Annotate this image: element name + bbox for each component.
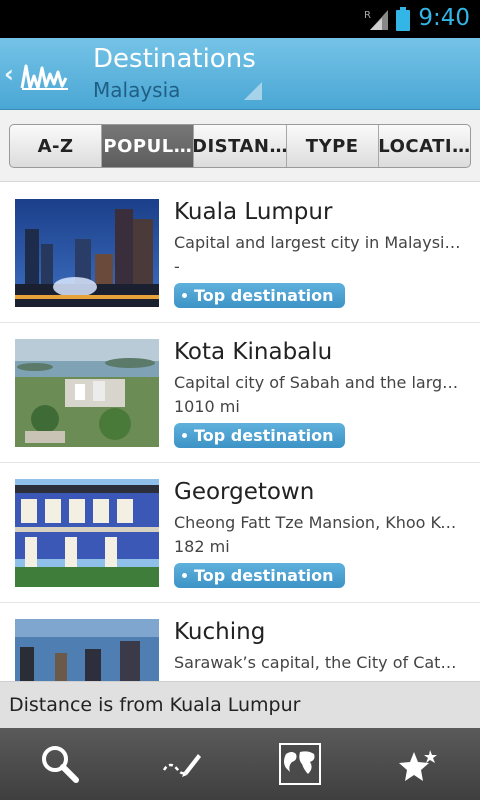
chevron-left-icon[interactable]: ‹ bbox=[4, 60, 14, 88]
map-button[interactable] bbox=[240, 728, 360, 800]
tab-popularity[interactable]: POPUL… bbox=[102, 125, 195, 167]
phrasebook-pen-icon bbox=[162, 754, 201, 777]
signal-icon: R bbox=[364, 10, 388, 30]
destination-description: Sarawak’s capital, the City of Cats i… bbox=[174, 653, 464, 672]
favorites-button[interactable] bbox=[360, 728, 480, 800]
clock: 9:40 bbox=[418, 5, 470, 31]
destination-list: Kuala Lumpur Capital and largest city in… bbox=[0, 183, 480, 681]
destination-distance: 182 mi bbox=[174, 537, 230, 556]
battery-icon bbox=[396, 7, 410, 31]
kota-kinabalu-photo bbox=[15, 339, 159, 447]
top-destination-badge: Top destination bbox=[174, 423, 346, 448]
list-item[interactable]: Kuching Sarawak’s capital, the City of C… bbox=[0, 603, 480, 681]
destination-description: Capital and largest city in Malaysi… bbox=[174, 233, 461, 252]
search-icon bbox=[42, 746, 79, 783]
favorites-stars-icon bbox=[399, 750, 437, 781]
status-bar: R 9:40 bbox=[0, 0, 480, 38]
dropdown-triangle-icon[interactable] bbox=[244, 82, 262, 100]
list-item[interactable]: Kota Kinabalu Capital city of Sabah and … bbox=[0, 323, 480, 463]
tab-distance[interactable]: DISTAN… bbox=[194, 125, 287, 167]
destination-name: Kota Kinabalu bbox=[174, 339, 333, 365]
destination-name: Georgetown bbox=[174, 479, 315, 505]
destination-description: Cheong Fatt Tze Mansion, Khoo Ko… bbox=[174, 513, 464, 532]
top-destination-badge: Top destination bbox=[174, 283, 346, 308]
destination-description: Capital city of Sabah and the large… bbox=[174, 373, 464, 392]
page-title: Destinations bbox=[93, 44, 256, 74]
sort-tabs-area: A-Z POPUL… DISTAN… TYPE LOCATI… bbox=[0, 110, 480, 182]
phrasebook-button[interactable] bbox=[120, 728, 240, 800]
action-bar: ‹ Destinations Malaysia bbox=[0, 38, 480, 110]
destination-name: Kuala Lumpur bbox=[174, 199, 333, 225]
destination-distance: 1010 mi bbox=[174, 397, 240, 416]
country-selector[interactable]: Malaysia bbox=[93, 78, 180, 102]
destination-name: Kuching bbox=[174, 619, 266, 645]
distance-note: Distance is from Kuala Lumpur bbox=[0, 681, 480, 728]
list-item[interactable]: Georgetown Cheong Fatt Tze Mansion, Khoo… bbox=[0, 463, 480, 603]
distance-note-text: Distance is from Kuala Lumpur bbox=[9, 694, 301, 716]
tab-type[interactable]: TYPE bbox=[287, 125, 379, 167]
tab-location[interactable]: LOCATI… bbox=[379, 125, 470, 167]
bottom-toolbar bbox=[0, 728, 480, 800]
list-item[interactable]: Kuala Lumpur Capital and largest city in… bbox=[0, 183, 480, 323]
world-map-icon bbox=[279, 743, 321, 785]
kuala-lumpur-photo bbox=[15, 199, 159, 307]
destination-distance: - bbox=[174, 257, 180, 276]
search-button[interactable] bbox=[0, 728, 120, 800]
skyline-logo-icon[interactable] bbox=[20, 56, 70, 92]
georgetown-photo bbox=[15, 479, 159, 587]
sort-tabs: A-Z POPUL… DISTAN… TYPE LOCATI… bbox=[9, 124, 471, 168]
kuching-photo bbox=[15, 619, 159, 681]
top-destination-badge: Top destination bbox=[174, 563, 346, 588]
roaming-indicator: R bbox=[364, 10, 371, 21]
tab-a-z[interactable]: A-Z bbox=[10, 125, 103, 167]
